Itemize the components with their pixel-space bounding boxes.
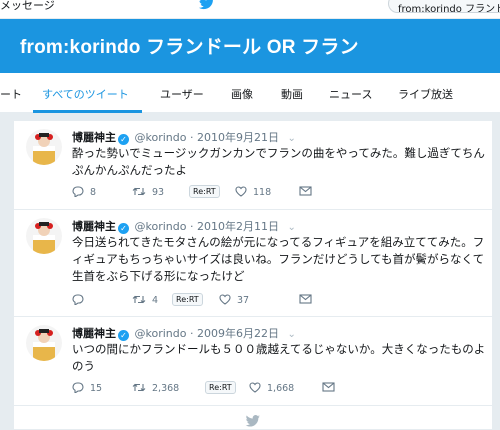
search-query-title: from:korindo フランドール OR フラン [20, 37, 359, 58]
author-name[interactable]: 博麗神主 [72, 220, 116, 233]
reply-icon [72, 186, 84, 199]
search-input-value: from:korindo フランドール [398, 4, 500, 13]
like-button[interactable]: 37 [219, 294, 249, 306]
search-banner: from:korindo フランドール OR フラン [0, 19, 500, 73]
heart-icon [249, 382, 261, 393]
envelope-icon [299, 294, 312, 304]
rert-button[interactable]: Re:RT [172, 293, 203, 306]
tweet-header: 博麗神主 ✓ @korindo · 2009年6月22日 ⌄ [72, 325, 296, 341]
reply-icon [72, 382, 84, 395]
tweet-actions: 8 93 Re:RT 118 [72, 185, 472, 202]
separator-dot: · [189, 131, 194, 144]
tab-news[interactable]: ニュース [329, 86, 372, 102]
tweet-header: 博麗神主 ✓ @korindo · 2010年9月21日 ⌄ [72, 129, 296, 145]
twitter-bird-icon [245, 415, 260, 427]
retweet-icon [132, 187, 146, 196]
search-input[interactable]: from:korindo フランドール [388, 0, 500, 13]
rert-button[interactable]: Re:RT [189, 185, 220, 198]
rert-button[interactable]: Re:RT [205, 381, 236, 394]
retweet-button[interactable]: 93 [132, 186, 164, 198]
tweet-text: 今日送られてきたモタさんの絵が元になってるフィギュアを組み立ててみた。フィギュア… [72, 235, 485, 283]
retweet-button[interactable]: 2,368 [132, 382, 179, 394]
retweet-icon [132, 383, 146, 392]
like-count: 1,668 [267, 383, 295, 394]
heart-icon [219, 294, 231, 305]
retweet-count: 93 [152, 187, 165, 198]
search-tabs: ート すべてのツイート ユーザー 画像 動画 ニュース ライブ放送 [0, 73, 500, 113]
messages-link[interactable]: メッセージ [0, 0, 55, 13]
tweet[interactable]: 博麗神主 ✓ @korindo · 2010年9月21日 ⌄ 酔った勢いでミュージ… [14, 121, 492, 210]
like-count: 37 [237, 295, 250, 306]
direct-message-button[interactable] [322, 382, 341, 393]
heart-icon [235, 186, 247, 197]
envelope-icon [322, 382, 335, 392]
more-options-icon[interactable]: ⌄ [287, 133, 295, 144]
tab-all-tweets[interactable]: すべてのツイート [42, 86, 129, 102]
envelope-icon [299, 186, 312, 196]
avatar[interactable] [26, 325, 62, 361]
like-button[interactable]: 118 [235, 186, 271, 198]
twitter-bird-icon[interactable] [199, 0, 215, 10]
like-count: 118 [253, 187, 272, 198]
tab-videos[interactable]: 動画 [281, 86, 303, 102]
retweet-count: 4 [152, 295, 159, 306]
reply-count: 8 [90, 187, 97, 198]
active-tab-indicator [33, 110, 142, 113]
tweet-header: 博麗神主 ✓ @korindo · 2010年2月11日 ⌄ [72, 218, 296, 234]
author-handle[interactable]: @korindo [135, 220, 187, 233]
tweet-actions: 15 2,368 Re:RT 1,668 [72, 381, 472, 398]
tweet-date[interactable]: 2009年6月22日 [197, 327, 279, 340]
reply-button[interactable]: 15 [72, 382, 103, 395]
reply-icon [72, 294, 84, 307]
tweet-text: いつの間にかフランドールも５００歳越えてるじゃないか。大きくなったものよのう [72, 342, 486, 373]
separator-dot: · [189, 220, 194, 233]
direct-message-button[interactable] [299, 186, 318, 197]
verified-badge-icon: ✓ [118, 134, 129, 145]
direct-message-button[interactable] [299, 294, 318, 305]
tweet-text: 酔った勢いでミュージックガンカンでフランの曲をやってみた。難し過ぎてちんぷんかん… [72, 146, 485, 177]
reply-button[interactable] [72, 294, 90, 307]
tweet-actions: 4 Re:RT 37 [72, 293, 472, 310]
more-options-icon[interactable]: ⌄ [287, 329, 295, 340]
top-nav-bar: メッセージ from:korindo フランドール [0, 0, 500, 19]
author-name[interactable]: 博麗神主 [72, 327, 116, 340]
author-name[interactable]: 博麗神主 [72, 131, 116, 144]
separator-dot: · [189, 327, 194, 340]
retweet-icon [132, 295, 146, 304]
reply-count: 15 [90, 383, 103, 394]
tab-top[interactable]: ート [0, 86, 22, 102]
verified-badge-icon: ✓ [118, 223, 129, 234]
avatar[interactable] [26, 218, 62, 254]
tweet[interactable]: 博麗神主 ✓ @korindo · 2010年2月11日 ⌄ 今日送られてきたモタ… [14, 210, 492, 317]
retweet-count: 2,368 [152, 383, 180, 394]
like-button[interactable]: 1,668 [249, 382, 294, 394]
more-options-icon[interactable]: ⌄ [287, 222, 295, 233]
tab-images[interactable]: 画像 [231, 86, 253, 102]
retweet-button[interactable]: 4 [132, 294, 158, 306]
tweet-date[interactable]: 2010年9月21日 [197, 131, 279, 144]
verified-badge-icon: ✓ [118, 330, 129, 341]
avatar[interactable] [26, 129, 62, 165]
tweet-stream: 博麗神主 ✓ @korindo · 2010年9月21日 ⌄ 酔った勢いでミュージ… [13, 120, 493, 430]
reply-button[interactable]: 8 [72, 186, 97, 199]
tweet-date[interactable]: 2010年2月11日 [197, 220, 279, 233]
tab-users[interactable]: ユーザー [160, 86, 204, 102]
author-handle[interactable]: @korindo [135, 327, 187, 340]
author-handle[interactable]: @korindo [135, 131, 187, 144]
tab-live[interactable]: ライブ放送 [398, 86, 453, 102]
tweet[interactable]: 博麗神主 ✓ @korindo · 2009年6月22日 ⌄ いつの間にかフランド… [14, 317, 492, 406]
